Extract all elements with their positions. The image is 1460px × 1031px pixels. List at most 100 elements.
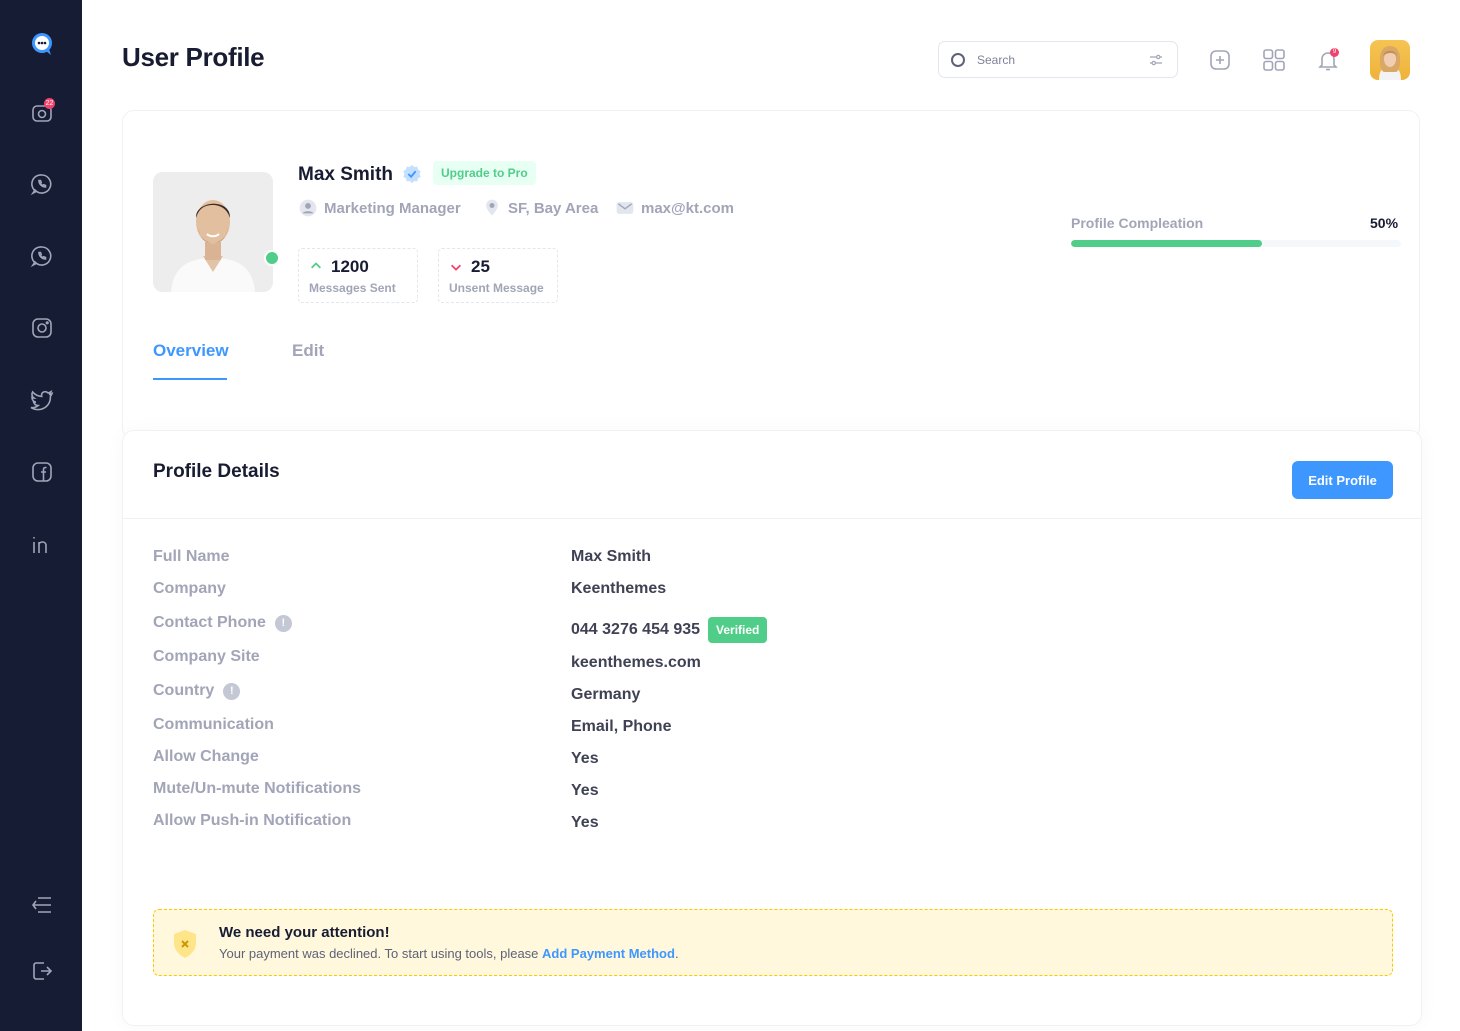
payment-notice: We need your attention! Your payment was…: [153, 909, 1393, 976]
search-icon: [951, 52, 965, 67]
profile-completion-fill: [1071, 240, 1263, 247]
profile-card: Max Smith Upgrade to Pro Marketing Manag…: [122, 110, 1420, 440]
tab-edit[interactable]: Edit: [292, 341, 324, 361]
notice-title: We need your attention!: [219, 924, 390, 941]
profile-completion-label: Profile Compleation: [1071, 215, 1204, 231]
notification-badge: 9: [1330, 48, 1339, 57]
filter-icon[interactable]: [1147, 51, 1165, 69]
facebook-icon[interactable]: [26, 456, 58, 488]
detail-value: Email, Phone: [571, 718, 672, 735]
detail-value: Germany: [571, 686, 641, 703]
company-site-link[interactable]: keenthemes.com: [571, 654, 701, 672]
detail-value: Keenthemes: [571, 580, 667, 597]
detail-label: Allow Change: [153, 748, 259, 765]
detail-label: Communication: [153, 716, 274, 733]
verified-icon: [403, 164, 421, 184]
notifications-button[interactable]: 9: [1315, 47, 1341, 73]
detail-row-mute-notifications: Mute/Un-mute Notifications Yes: [153, 780, 1393, 804]
detail-label: Allow Push-in Notification: [153, 812, 352, 829]
location-meta: SF, Bay Area: [482, 198, 598, 218]
shield-warning-icon: [174, 930, 196, 958]
profile-completion-bar: [1071, 240, 1401, 247]
profile-details-card: Profile Details Edit Profile Full Name M…: [122, 430, 1422, 1026]
envelope-icon: [616, 202, 634, 214]
apps-button[interactable]: [1261, 47, 1287, 73]
whatsapp-icon[interactable]: [26, 168, 58, 200]
search-box[interactable]: [938, 41, 1178, 78]
messages-sent-value: 1200: [331, 257, 369, 276]
notice-text: Your payment was declined. To start usin…: [219, 946, 679, 961]
detail-label: Country !: [153, 682, 241, 700]
edit-profile-button[interactable]: Edit Profile: [1292, 461, 1393, 499]
collapse-menu-icon: [32, 897, 51, 913]
upgrade-to-pro-link[interactable]: Upgrade to Pro: [433, 161, 536, 185]
notice-suffix: .: [674, 946, 679, 961]
location-text: SF, Bay Area: [508, 199, 599, 217]
details-divider: [123, 518, 1421, 519]
detail-label: Company Site: [153, 648, 260, 665]
active-tab-indicator: [153, 378, 227, 380]
role-text: Marketing Manager: [324, 199, 461, 217]
email-text: max@kt.com: [641, 199, 734, 217]
notice-body: Your payment was declined. To start usin…: [219, 946, 543, 961]
info-icon[interactable]: !: [274, 614, 292, 632]
profile-completion-value: 50%: [1370, 215, 1399, 231]
info-icon[interactable]: !: [223, 682, 241, 700]
plus-square-icon: [1210, 50, 1230, 70]
tab-overview[interactable]: Overview: [153, 341, 229, 361]
detail-label-text: Country: [153, 682, 215, 699]
avatar-portrait-icon: [1379, 46, 1401, 80]
profile-photo: [153, 172, 273, 292]
instagram-glyph-icon: [32, 318, 52, 338]
profile-details-title: Profile Details: [153, 461, 280, 482]
arrow-down-icon: [451, 264, 461, 271]
add-payment-method-link[interactable]: Add Payment Method: [542, 946, 675, 961]
facebook-glyph-icon: [32, 462, 52, 482]
user-name: Max Smith: [298, 164, 394, 185]
location-pin-icon: [486, 199, 498, 216]
twitter-bird-icon: [30, 389, 54, 411]
detail-row-contact-phone: Contact Phone ! 044 3276 454 935 Verifie…: [153, 614, 1393, 643]
instagram-icon[interactable]: [26, 312, 58, 344]
unsent-message-value: 25: [471, 257, 490, 276]
detail-label: Full Name: [153, 548, 230, 565]
sign-out-icon: [33, 962, 53, 980]
search-input[interactable]: [977, 52, 1147, 67]
detail-value: Yes: [571, 814, 599, 831]
profile-portrait-icon: [153, 172, 273, 292]
detail-row-company-site: Company Site keenthemes.com: [153, 648, 1393, 672]
detail-row-push-notification: Allow Push-in Notification Yes: [153, 812, 1393, 836]
unsent-message-stat: 25 Unsent Message: [438, 248, 558, 303]
role-meta: Marketing Manager: [298, 198, 461, 218]
user-avatar[interactable]: [1370, 40, 1410, 80]
email-meta: max@kt.com: [615, 198, 734, 218]
sidebar: 22: [0, 0, 82, 1031]
whatsapp-glyph-icon: [30, 174, 52, 196]
inbox-badge: 22: [44, 98, 55, 109]
verified-badge: Verified: [708, 617, 768, 643]
messages-sent-stat: 1200 Messages Sent: [298, 248, 418, 303]
logout-icon[interactable]: [26, 955, 58, 987]
chat-logo-icon[interactable]: [26, 28, 58, 60]
detail-label: Contact Phone !: [153, 614, 292, 632]
arrow-up-icon: [311, 262, 321, 269]
detail-value: 044 3276 454 935 Verified: [571, 617, 768, 643]
whatsapp-icon[interactable]: [26, 240, 58, 272]
add-button[interactable]: [1207, 47, 1233, 73]
detail-row-country: Country ! Germany: [153, 682, 1393, 706]
user-icon: [299, 199, 317, 217]
linkedin-icon[interactable]: [26, 528, 58, 560]
detail-row-communication: Communication Email, Phone: [153, 716, 1393, 740]
twitter-icon[interactable]: [26, 384, 58, 416]
menu-toggle-icon[interactable]: [26, 889, 58, 921]
grid-icon: [1263, 49, 1285, 71]
messages-sent-label: Messages Sent: [309, 281, 396, 295]
detail-row-full-name: Full Name Max Smith: [153, 548, 1393, 572]
detail-value: Yes: [571, 782, 599, 799]
detail-value: Max Smith: [571, 548, 652, 565]
unsent-message-label: Unsent Message: [449, 281, 544, 295]
linkedin-glyph-icon: [33, 537, 47, 553]
detail-row-company: Company Keenthemes: [153, 580, 1393, 604]
detail-label-text: Contact Phone: [153, 614, 266, 631]
inbox-icon[interactable]: 22: [26, 96, 58, 128]
